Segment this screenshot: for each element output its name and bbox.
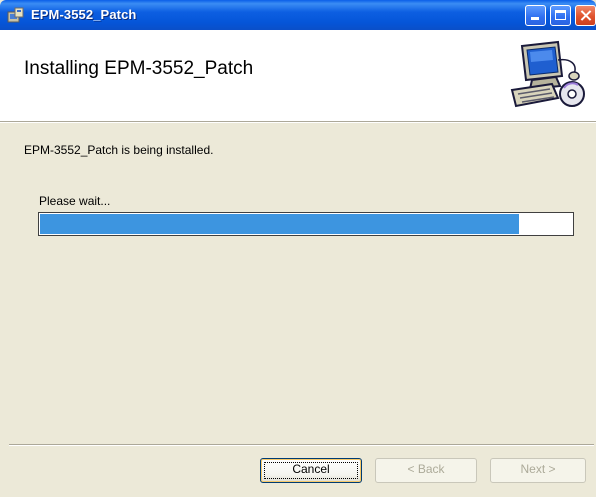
install-progress-bar xyxy=(38,212,574,236)
maximize-button[interactable] xyxy=(550,5,571,26)
next-button-label: Next > xyxy=(520,462,556,476)
next-button[interactable]: Next > xyxy=(490,458,586,483)
progress-bar-fill xyxy=(40,214,519,234)
back-button[interactable]: < Back xyxy=(375,458,477,483)
install-status-text: EPM-3552_Patch is being installed. xyxy=(24,143,214,157)
minimize-button[interactable] xyxy=(525,5,546,26)
cancel-button-label: Cancel xyxy=(292,462,330,476)
installer-window: EPM-3552_Patch Installing EPM-3552_Patch… xyxy=(0,0,596,497)
close-button[interactable] xyxy=(575,5,596,26)
title-bar[interactable]: EPM-3552_Patch xyxy=(0,0,596,30)
back-button-label: < Back xyxy=(407,462,445,476)
window-title: EPM-3552_Patch xyxy=(31,7,137,22)
cancel-button[interactable]: Cancel xyxy=(260,458,362,483)
progress-label: Please wait... xyxy=(39,194,111,208)
page-title: Installing EPM-3552_Patch xyxy=(24,58,254,79)
header-banner: Installing EPM-3552_Patch xyxy=(0,30,596,122)
banner-separator xyxy=(0,122,596,123)
footer-separator xyxy=(9,444,594,446)
installer-app-icon xyxy=(7,7,24,23)
computer-setup-icon xyxy=(510,40,585,108)
